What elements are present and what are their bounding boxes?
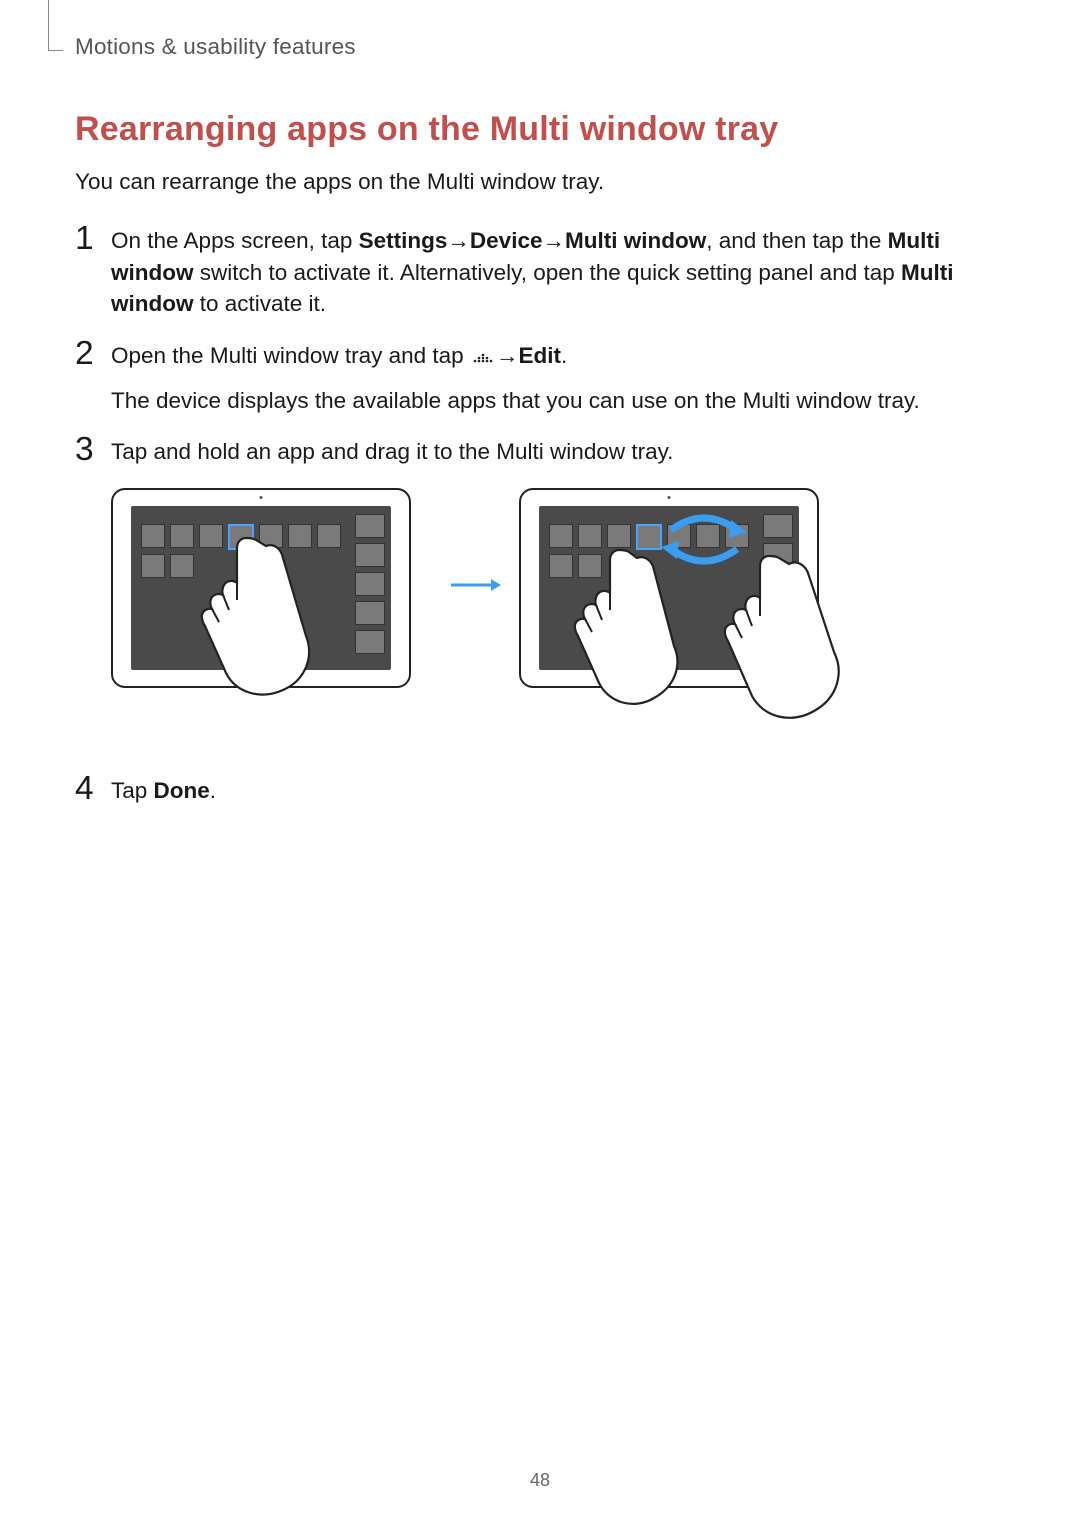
page-content: Rearranging apps on the Multi window tra…: [75, 92, 1005, 826]
text: Open the Multi window tray and tap: [111, 343, 470, 368]
illustration-row: . : : : .: [111, 488, 1005, 753]
arrow-icon: →: [542, 225, 565, 257]
step-body: Open the Multi window tray and tap → Edi…: [111, 340, 920, 416]
label-done: Done: [154, 778, 210, 803]
label-multi-window: Multi window: [565, 228, 706, 253]
label-settings: Settings: [359, 228, 448, 253]
step-number: 4: [75, 772, 111, 807]
step-4: 4 Tap Done.: [75, 775, 1005, 807]
illustration-drag: [519, 488, 839, 753]
step-body: Tap Done.: [111, 775, 216, 807]
step-number: 1: [75, 222, 111, 320]
step-body: Tap and hold an app and drag it to the M…: [111, 436, 673, 468]
step-number: 2: [75, 337, 111, 416]
text: On the Apps screen, tap: [111, 228, 359, 253]
label-device: Device: [470, 228, 543, 253]
text: Tap and hold an app and drag it to the M…: [111, 439, 673, 464]
step-2: 2 Open the Multi window tray and tap → E…: [75, 340, 1005, 416]
illustration-tap-hold: . : : : .: [111, 488, 431, 753]
step-number: 3: [75, 433, 111, 468]
step-sub-text: The device displays the available apps t…: [111, 385, 920, 417]
text: , and then tap the: [706, 228, 887, 253]
text: .: [561, 343, 567, 368]
step-1: 1 On the Apps screen, tap Settings → Dev…: [75, 225, 1005, 320]
text: to activate it.: [194, 291, 327, 316]
section-title: Rearranging apps on the Multi window tra…: [75, 110, 1005, 149]
hand-hold-icon: [569, 538, 699, 713]
hand-drag-icon: [714, 548, 854, 728]
text: Tap: [111, 778, 154, 803]
label-edit: Edit: [518, 343, 561, 368]
drag-handle-icon: [472, 341, 494, 373]
text: .: [210, 778, 216, 803]
arrow-icon: →: [496, 340, 519, 372]
page-number: 48: [0, 1470, 1080, 1491]
text: switch to activate it. Alternatively, op…: [194, 260, 902, 285]
intro-text: You can rearrange the apps on the Multi …: [75, 167, 1005, 197]
step-3: 3 Tap and hold an app and drag it to the…: [75, 436, 1005, 468]
step-body: On the Apps screen, tap Settings → Devic…: [111, 225, 1005, 320]
page-corner-mark: [48, 0, 63, 51]
arrow-icon: →: [447, 225, 470, 257]
breadcrumb: Motions & usability features: [75, 34, 356, 60]
transition-arrow-icon: [449, 578, 501, 592]
hand-tap-icon: [191, 528, 336, 703]
